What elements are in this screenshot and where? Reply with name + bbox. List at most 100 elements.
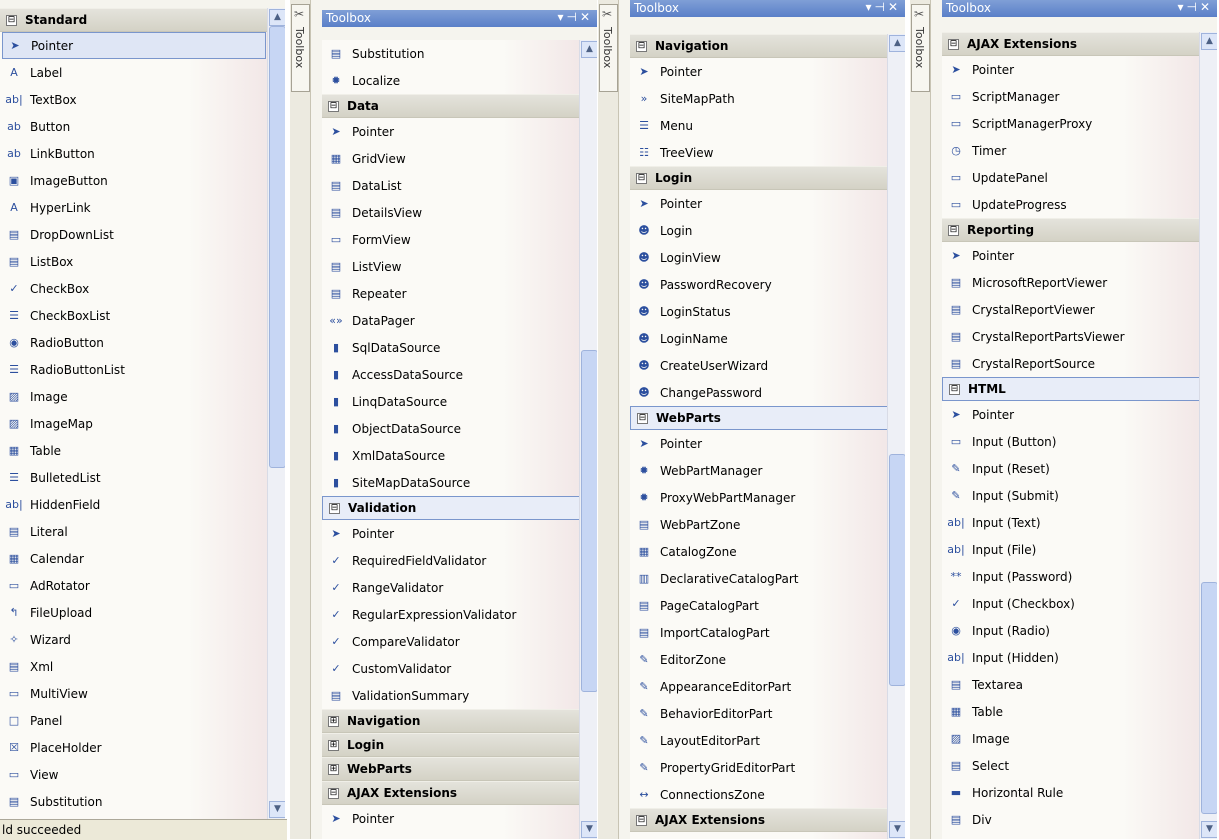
toolbox-item[interactable]: ▦ CatalogZone xyxy=(630,538,888,565)
toolbox-item[interactable]: ➤ Pointer xyxy=(2,32,266,59)
toolbox-item[interactable]: ☒ PlaceHolder xyxy=(0,734,268,761)
toolbox-item[interactable]: A Label xyxy=(0,59,268,86)
category-header[interactable]: ⊟ AJAX Extensions xyxy=(942,32,1200,56)
toolbox-item[interactable]: ▤ ValidationSummary xyxy=(322,682,580,709)
scroll-down-button[interactable]: ▼ xyxy=(581,821,597,838)
toolbox-item[interactable]: ☰ RadioButtonList xyxy=(0,356,268,383)
toolbox-titlebar[interactable]: Toolbox ▾⊣✕ xyxy=(322,10,597,27)
toolbox-item[interactable]: ▤ ImportCatalogPart xyxy=(630,619,888,646)
toolbox-item[interactable]: ▤ ListView xyxy=(322,253,580,280)
toolbox-item[interactable]: ▤ PageCatalogPart xyxy=(630,592,888,619)
toolbox-item[interactable]: ☻ LoginName xyxy=(630,325,888,352)
toolbox-item[interactable]: ** Input (Password) xyxy=(942,563,1200,590)
toolbox-item[interactable]: ▤ CrystalReportPartsViewer xyxy=(942,323,1200,350)
category-header[interactable]: ⊟ Navigation xyxy=(630,34,888,58)
toolbox-item[interactable]: ab LinkButton xyxy=(0,140,268,167)
toolbox-item[interactable]: ☻ CreateUserWizard xyxy=(630,352,888,379)
toolbox-item[interactable]: ✎ BehaviorEditorPart xyxy=(630,700,888,727)
toolbox-item[interactable]: ☰ CheckBoxList xyxy=(0,302,268,329)
category-header[interactable]: ⊟ Standard xyxy=(0,8,268,32)
toolbox-item[interactable]: ▭ScriptManager xyxy=(322,832,580,840)
toolbox-item[interactable]: ▤ Repeater xyxy=(322,280,580,307)
toolbox-item[interactable]: ab Button xyxy=(0,113,268,140)
scroll-thumb[interactable] xyxy=(889,454,905,686)
toolbox-item[interactable]: ▤ ListBox xyxy=(0,248,268,275)
toolbox-item[interactable]: ▤ Literal xyxy=(0,518,268,545)
toolbox-item[interactable]: ➤ Pointer xyxy=(942,56,1200,83)
toolbox-item[interactable]: » SiteMapPath xyxy=(630,85,888,112)
scroll-thumb[interactable] xyxy=(269,26,285,468)
toolbox-item[interactable]: ▮ LinqDataSource xyxy=(322,388,580,415)
toolbox-item[interactable]: ▮ ObjectDataSource xyxy=(322,415,580,442)
toolbox-item[interactable]: ✎ Input (Reset) xyxy=(942,455,1200,482)
vertical-scrollbar[interactable]: ▲ ▼ xyxy=(267,8,285,819)
toolbox-item[interactable]: ▭ AdRotator xyxy=(0,572,268,599)
toolbox-item[interactable]: ▤ Xml xyxy=(0,653,268,680)
toolbox-item[interactable]: ✓ RegularExpressionValidator xyxy=(322,601,580,628)
toolbox-item[interactable]: ▤ CrystalReportSource xyxy=(942,350,1200,377)
toolbox-item[interactable]: ▤ Select xyxy=(942,752,1200,779)
toolbox-item[interactable]: A HyperLink xyxy=(0,194,268,221)
toolbox-item[interactable]: ✹ Localize xyxy=(322,67,580,94)
toolbox-item[interactable]: ✧ Wizard xyxy=(0,626,268,653)
category-header[interactable]: ⊟ Reporting xyxy=(942,218,1200,242)
toolbox-side-tab[interactable]: ✂ Toolbox xyxy=(290,0,311,839)
toolbox-item[interactable]: ✓ Input (Checkbox) xyxy=(942,590,1200,617)
toolbox-item[interactable]: ☷ TreeView xyxy=(630,139,888,166)
toolbox-item[interactable]: ▭ ScriptManagerProxy xyxy=(942,110,1200,137)
pin-icon[interactable]: ⊣ xyxy=(1186,0,1199,14)
toolbox-item[interactable]: ↔ ConnectionsZone xyxy=(630,781,888,808)
close-icon[interactable]: ✕ xyxy=(888,0,901,14)
toolbox-item[interactable]: ✎ PropertyGridEditorPart xyxy=(630,754,888,781)
toolbox-item[interactable]: ↰ FileUpload xyxy=(0,599,268,626)
toolbox-item[interactable]: ◷ Timer xyxy=(942,137,1200,164)
toolbox-item[interactable]: ▤ WebPartZone xyxy=(630,511,888,538)
toolbox-item[interactable]: ✹ WebPartManager xyxy=(630,457,888,484)
toolbox-titlebar[interactable]: Toolbox ▾⊣✕ xyxy=(942,0,1217,17)
collapse-icon[interactable]: ⊟ xyxy=(6,14,17,26)
toolbox-item[interactable]: ▤ DetailsView xyxy=(322,199,580,226)
toolbox-item[interactable]: □ Panel xyxy=(0,707,268,734)
toolbox-item[interactable]: ✹ ProxyWebPartManager xyxy=(630,484,888,511)
toolbox-item[interactable]: ▭ UpdatePanel xyxy=(942,164,1200,191)
toolbox-item[interactable]: ➤ Pointer xyxy=(942,242,1200,269)
scroll-down-button[interactable]: ▼ xyxy=(1201,821,1217,838)
toolbox-item[interactable]: ▤ Textarea xyxy=(942,671,1200,698)
toolbox-item[interactable]: ☻ PasswordRecovery xyxy=(630,271,888,298)
close-icon[interactable]: ✕ xyxy=(580,10,593,24)
toolbox-item[interactable]: ▤ CrystalReportViewer xyxy=(942,296,1200,323)
collapse-icon[interactable]: ⊟ xyxy=(329,502,340,514)
toolbox-item[interactable]: ☻ ChangePassword xyxy=(630,379,888,406)
toolbox-item[interactable]: ▦ Calendar xyxy=(0,545,268,572)
category-header[interactable]: ⊟ Login xyxy=(630,166,888,190)
toolbox-item[interactable]: ▭ FormView xyxy=(322,226,580,253)
toolbox-item[interactable]: ▣ ImageButton xyxy=(0,167,268,194)
toolbox-item[interactable]: ▤ MicrosoftReportViewer xyxy=(942,269,1200,296)
toolbox-titlebar[interactable]: Toolbox ▾⊣✕ xyxy=(630,0,905,17)
toolbox-item[interactable]: ab| Input (Hidden) xyxy=(942,644,1200,671)
toolbox-item[interactable]: ▦ Table xyxy=(942,698,1200,725)
toolbox-item[interactable]: ☻ LoginStatus xyxy=(630,298,888,325)
toolbox-side-tab[interactable]: ✂ Toolbox xyxy=(598,0,619,839)
collapse-icon[interactable]: ⊟ xyxy=(637,412,648,424)
toolbox-item[interactable]: ▨ Image xyxy=(942,725,1200,752)
collapse-icon[interactable]: ⊟ xyxy=(949,383,960,395)
toolbox-item[interactable]: ab| Input (Text) xyxy=(942,509,1200,536)
toolbox-item[interactable]: ◉ Input (Radio) xyxy=(942,617,1200,644)
close-icon[interactable]: ✕ xyxy=(1200,0,1213,14)
toolbox-item[interactable]: ▮ AccessDataSource xyxy=(322,361,580,388)
toolbox-item[interactable]: ▮ SiteMapDataSource xyxy=(322,469,580,496)
expand-icon[interactable]: ⊞ xyxy=(328,715,339,727)
expand-icon[interactable]: ⊞ xyxy=(328,739,339,751)
toolbox-item[interactable]: ▮ XmlDataSource xyxy=(322,442,580,469)
vertical-scrollbar[interactable]: ▲ ▼ xyxy=(579,40,597,839)
collapse-icon[interactable]: ⊟ xyxy=(636,172,647,184)
toolbox-item[interactable]: ▭ MultiView xyxy=(0,680,268,707)
toolbox-item[interactable]: ➤ Pointer xyxy=(322,520,580,547)
scroll-up-button[interactable]: ▲ xyxy=(1201,33,1217,50)
toolbox-item[interactable]: ab| HiddenField xyxy=(0,491,268,518)
collapse-icon[interactable]: ⊟ xyxy=(328,100,339,112)
vertical-scrollbar[interactable]: ▲ ▼ xyxy=(1199,32,1217,839)
category-header[interactable]: ⊟ WebParts xyxy=(630,406,888,430)
collapse-icon[interactable]: ⊟ xyxy=(636,40,647,52)
